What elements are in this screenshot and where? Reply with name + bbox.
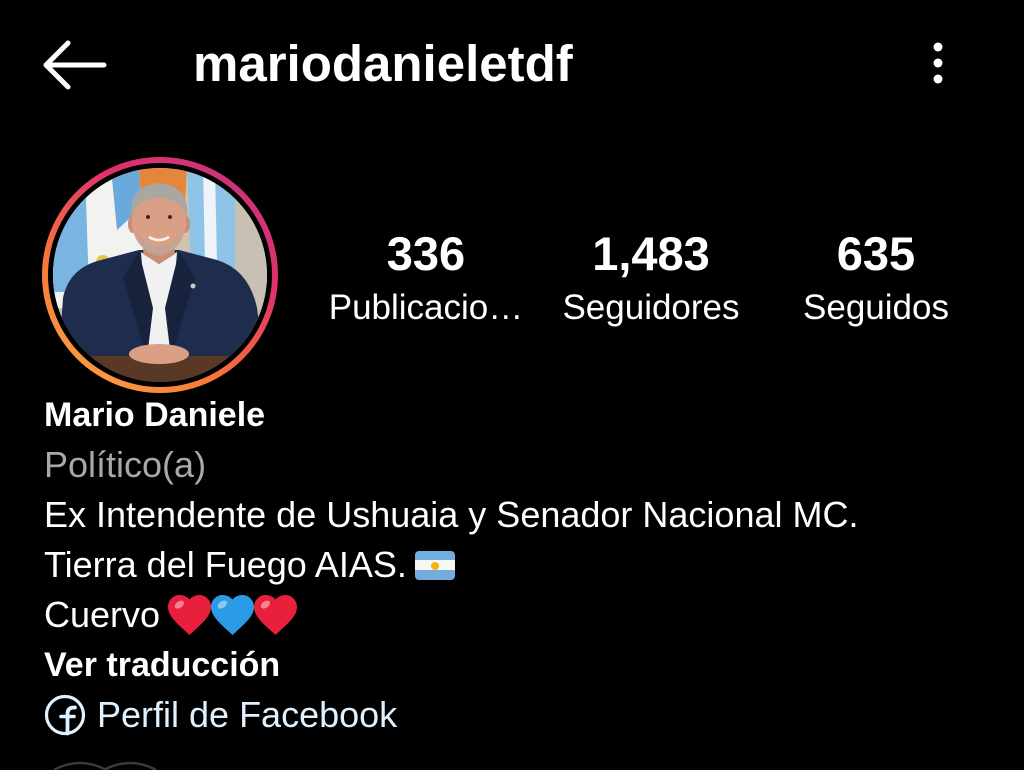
bio-category-row: Político(a) xyxy=(44,440,1004,490)
options-menu-button[interactable] xyxy=(922,36,954,90)
back-button[interactable] xyxy=(40,38,110,92)
facebook-link-label: Perfil de Facebook xyxy=(97,694,398,735)
facebook-icon xyxy=(44,694,86,736)
bio-line-3: Cuervo xyxy=(44,590,1004,640)
stat-posts-count: 336 xyxy=(386,227,466,280)
profile-category: Político(a) xyxy=(44,444,207,485)
highlight-circle[interactable] xyxy=(53,761,107,770)
highlight-circle[interactable] xyxy=(103,761,157,770)
hearts-emoji-group xyxy=(168,595,298,635)
profile-photo[interactable] xyxy=(53,168,267,382)
more-vertical-icon xyxy=(933,42,943,84)
arrow-left-icon xyxy=(43,40,107,90)
bio-line-2: Tierra del Fuego AIAS. xyxy=(44,540,1004,590)
stat-followers[interactable]: 1,483 Seguidores xyxy=(539,226,764,330)
bio-line-1: Ex Intendente de Ushuaia y Senador Nacio… xyxy=(44,490,1004,540)
red-heart-icon xyxy=(254,595,298,635)
stat-posts-label: Publicacio… xyxy=(328,288,524,327)
photo-hands xyxy=(129,344,189,364)
story-highlights-row[interactable] xyxy=(0,758,300,770)
argentina-flag-icon xyxy=(414,550,455,580)
facebook-profile-link[interactable]: Perfil de Facebook xyxy=(44,690,1004,740)
red-heart-icon xyxy=(168,595,212,635)
bio-name-row: Mario Daniele xyxy=(44,390,1004,440)
stat-followers-label: Seguidores xyxy=(562,288,740,327)
stat-following-count: 635 xyxy=(836,227,916,280)
blue-heart-icon xyxy=(211,595,255,635)
stat-following-label: Seguidos xyxy=(803,288,949,327)
stat-posts[interactable]: 336 Publicacio… xyxy=(314,226,539,330)
profile-username: mariodanieletdf xyxy=(193,35,573,92)
bio-text-3: Cuervo xyxy=(44,594,161,635)
profile-bio: Mario Daniele Político(a) Ex Intendente … xyxy=(44,390,1004,740)
bio-text-2: Tierra del Fuego AIAS. xyxy=(44,544,407,585)
bio-text-1: Ex Intendente de Ushuaia y Senador Nacio… xyxy=(44,494,859,535)
display-name: Mario Daniele xyxy=(44,396,266,434)
stat-following[interactable]: 635 Seguidos xyxy=(764,226,989,330)
stat-followers-count: 1,483 xyxy=(592,227,710,280)
see-translation-link[interactable]: Ver traducción xyxy=(44,640,280,690)
translate-row: Ver traducción xyxy=(44,640,1004,690)
